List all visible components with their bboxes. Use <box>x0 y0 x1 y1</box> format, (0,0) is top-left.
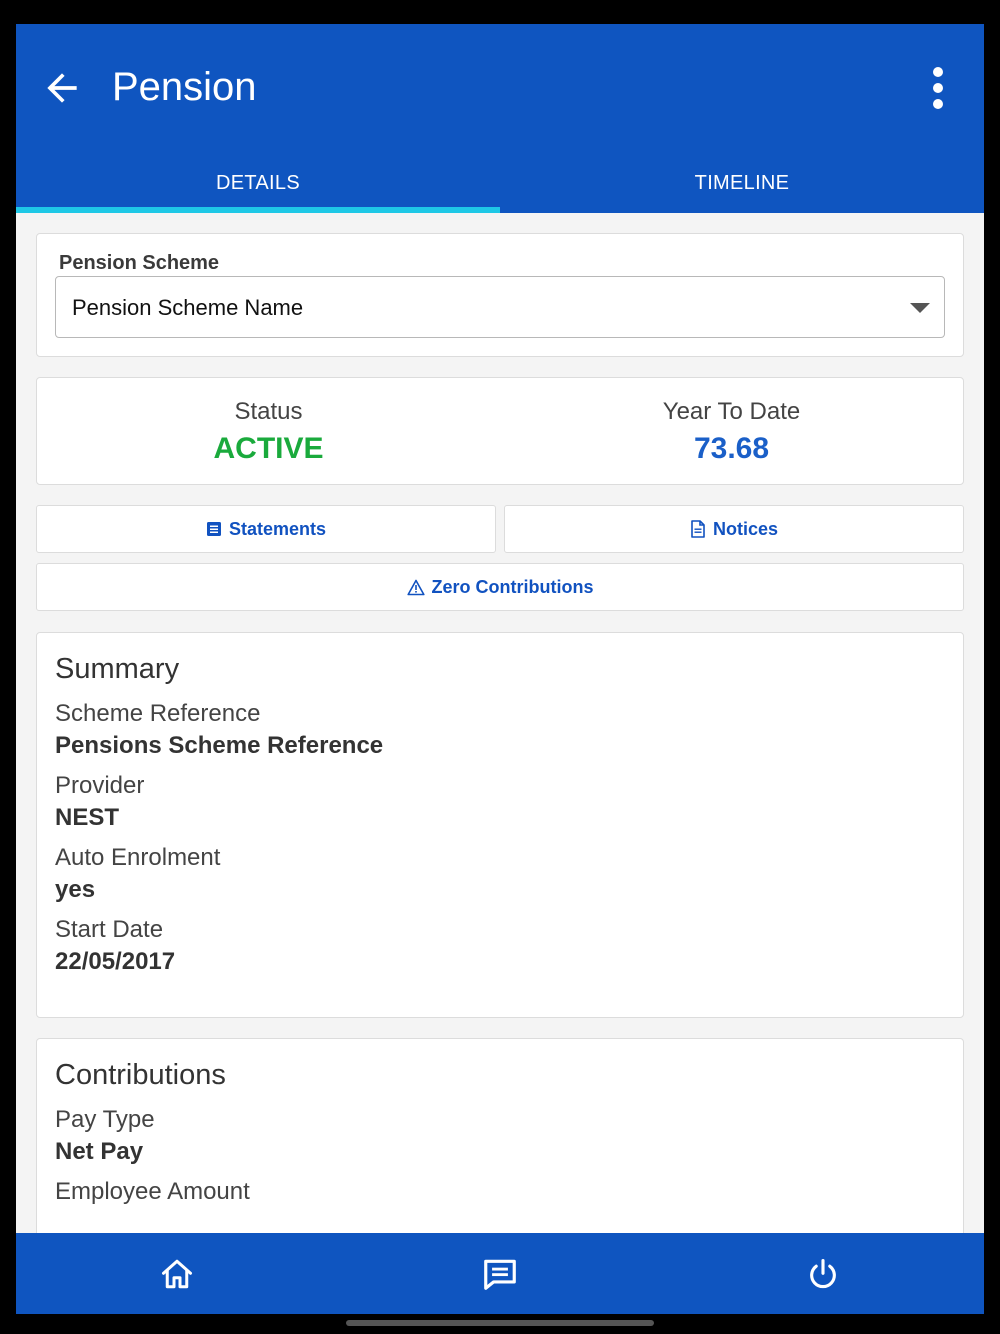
scheme-reference-value: Pensions Scheme Reference <box>55 732 384 759</box>
pay-type-label: Pay Type <box>55 1106 155 1133</box>
document-icon <box>691 520 705 538</box>
zero-contributions-label: Zero Contributions <box>431 576 594 597</box>
message-icon <box>484 1259 516 1290</box>
scheme-reference-label: Scheme Reference <box>55 700 261 727</box>
ytd-label: Year To Date <box>662 398 801 425</box>
back-button[interactable] <box>36 62 88 114</box>
ytd-stat: Year To Date 73.68 <box>500 378 963 484</box>
logout-button[interactable] <box>661 1233 984 1314</box>
auto-enrolment-value: yes <box>55 876 96 903</box>
status-stat: Status ACTIVE <box>37 378 500 484</box>
page-title: Pension <box>112 65 257 109</box>
pay-type-value: Net Pay <box>55 1138 144 1165</box>
notices-button[interactable]: Notices <box>504 505 964 553</box>
employee-amount-label: Employee Amount <box>55 1178 250 1205</box>
list-icon <box>206 522 221 536</box>
auto-enrolment-label: Auto Enrolment <box>55 844 221 871</box>
more-vertical-icon <box>933 67 943 109</box>
arrow-left-icon <box>47 73 77 103</box>
home-indicator <box>346 1320 654 1326</box>
status-value: ACTIVE <box>213 432 324 465</box>
statements-label: Statements <box>228 518 327 539</box>
statements-button[interactable]: Statements <box>36 505 496 553</box>
summary-card: Summary Scheme Reference Pensions Scheme… <box>36 632 964 1018</box>
pension-scheme-selected-value: Pension Scheme Name <box>72 295 304 320</box>
provider-value: NEST <box>55 804 120 831</box>
zero-contributions-button[interactable]: Zero Contributions <box>36 563 964 611</box>
home-button[interactable] <box>16 1233 339 1314</box>
details-content[interactable]: Pension Scheme Pension Scheme Name Statu… <box>16 213 984 1243</box>
home-icon <box>162 1259 193 1288</box>
tab-bar: DETAILS TIMELINE <box>16 152 984 213</box>
bottom-nav <box>16 1233 984 1314</box>
power-icon <box>809 1258 836 1288</box>
app-bar: Pension DETAILS TIMELINE <box>16 24 984 213</box>
notices-label: Notices <box>712 518 779 539</box>
tab-timeline[interactable]: TIMELINE <box>500 152 984 213</box>
pension-scheme-label: Pension Scheme <box>59 252 220 274</box>
overflow-menu-button[interactable] <box>920 62 956 114</box>
app-screen: Pension DETAILS TIMELINE Pension Scheme … <box>16 24 984 1314</box>
contributions-title: Contributions <box>55 1059 226 1091</box>
provider-label: Provider <box>55 772 145 799</box>
pension-scheme-card: Pension Scheme Pension Scheme Name <box>36 233 964 357</box>
summary-title: Summary <box>55 653 180 685</box>
messages-button[interactable] <box>339 1233 662 1314</box>
contributions-card: Contributions Pay Type Net Pay Employee … <box>36 1038 964 1243</box>
stats-card: Status ACTIVE Year To Date 73.68 <box>36 377 964 485</box>
ytd-value: 73.68 <box>693 432 770 465</box>
pension-scheme-select[interactable]: Pension Scheme Name <box>55 276 945 338</box>
start-date-label: Start Date <box>55 916 164 943</box>
chevron-down-icon <box>910 303 930 313</box>
start-date-value: 22/05/2017 <box>55 948 176 975</box>
warning-icon <box>406 579 425 595</box>
tab-details[interactable]: DETAILS <box>16 152 500 213</box>
status-label: Status <box>234 398 303 425</box>
